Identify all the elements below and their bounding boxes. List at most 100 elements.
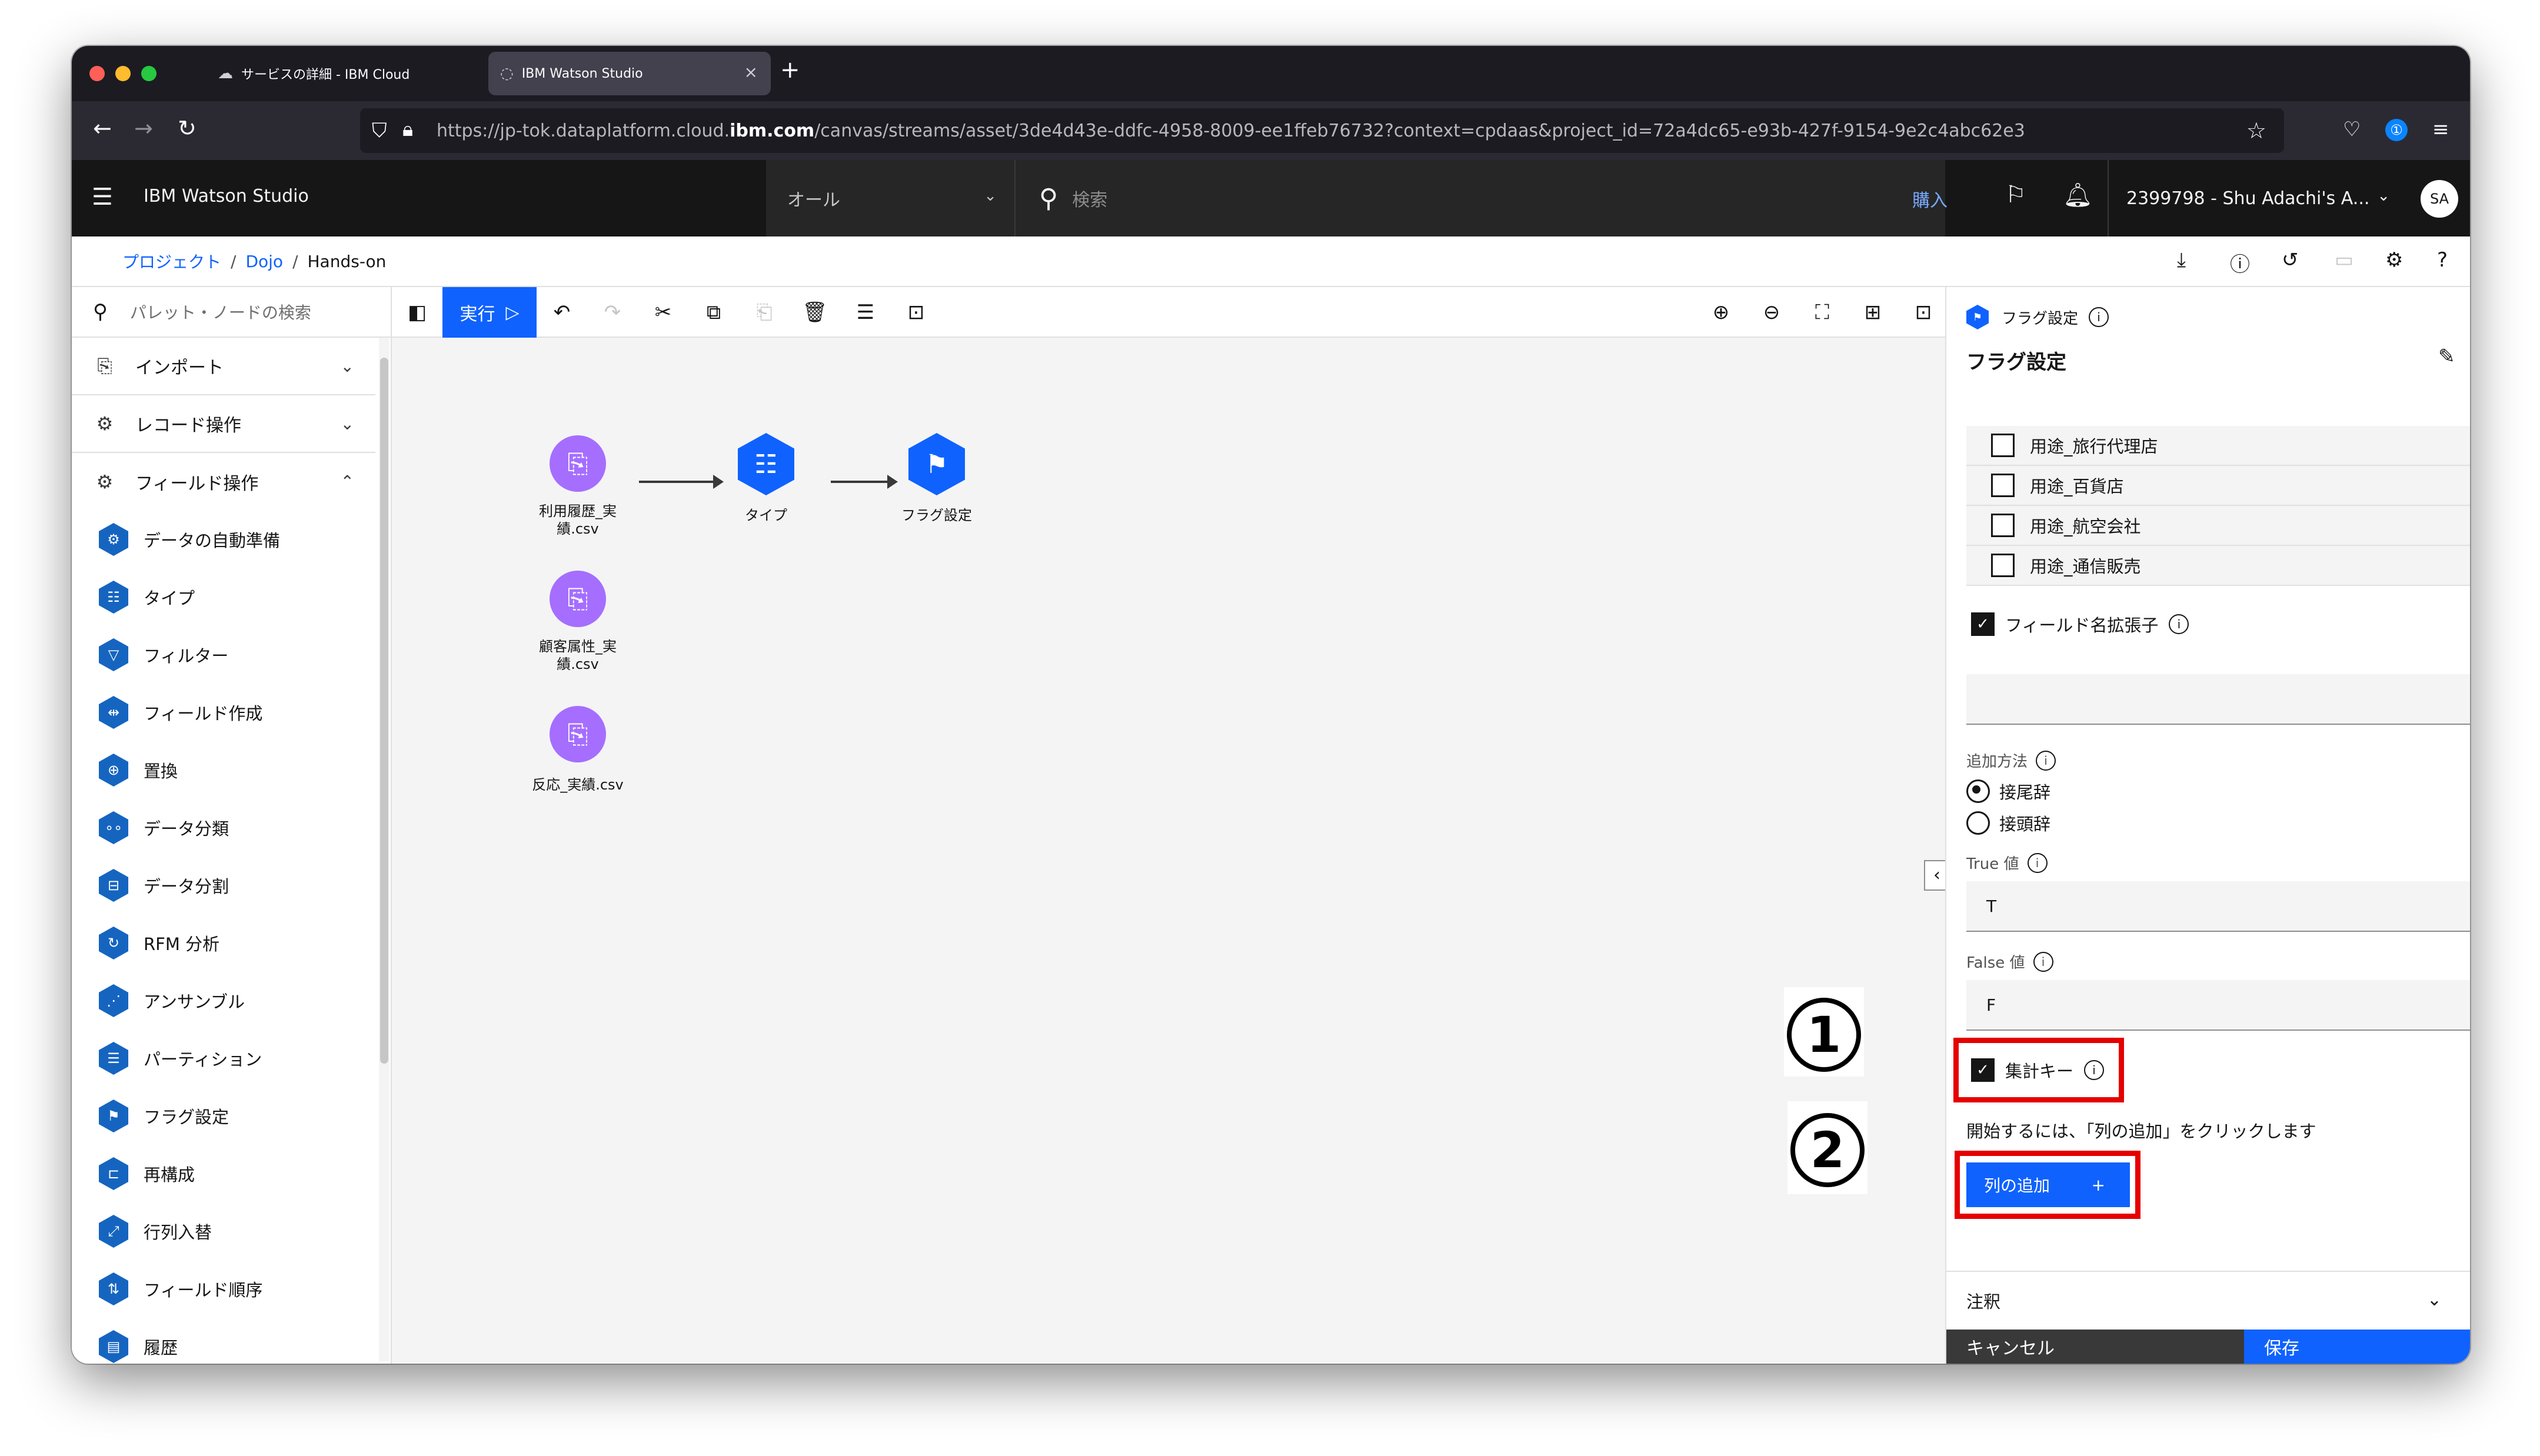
radio-button[interactable] — [1966, 811, 1990, 835]
zoom-out-icon[interactable]: ⊖ — [1746, 287, 1797, 338]
zoom-window-icon[interactable] — [141, 66, 157, 81]
cut-icon[interactable]: ✂ — [638, 287, 688, 338]
close-tab-icon[interactable]: × — [744, 62, 758, 82]
radio-suffix[interactable]: 接尾辞 — [1966, 779, 2050, 804]
palette-node-binning[interactable]: ∘∘ データ分類 — [72, 799, 375, 857]
palette-node-set-to-flag[interactable]: ⚑ フラグ設定 — [72, 1087, 375, 1145]
checkbox-checked[interactable]: ✓ — [1971, 612, 1995, 636]
list-item[interactable]: 用途_百貨店 — [1966, 466, 2470, 506]
minimize-window-icon[interactable] — [115, 66, 131, 81]
checkbox[interactable] — [1991, 514, 2015, 537]
canvas-node-usage-history[interactable]: ⎘ 利用履歴_実 績.csv — [525, 435, 631, 538]
settings-sliders-icon[interactable]: ☰ — [840, 287, 891, 338]
settings-icon[interactable]: ⚙ — [2385, 248, 2403, 272]
palette-node-filter[interactable]: ▽ フィルター — [72, 626, 375, 684]
info-icon[interactable]: i — [2033, 951, 2053, 972]
bookmark-star-icon[interactable]: ☆ — [2246, 118, 2266, 144]
delete-icon[interactable]: 🗑︎ — [790, 287, 840, 338]
pocket-icon[interactable]: ♡ — [2343, 118, 2361, 141]
breadcrumb-dojo[interactable]: Dojo — [245, 252, 283, 271]
close-window-icon[interactable] — [89, 66, 105, 81]
auto-arrange-icon[interactable]: ⊞ — [1847, 287, 1898, 338]
scope-select[interactable]: オール ⌄ — [766, 160, 1016, 236]
zoom-in-icon[interactable]: ⊕ — [1696, 287, 1746, 338]
redo-icon[interactable]: ↷ — [587, 287, 638, 338]
new-tab-icon[interactable]: + — [780, 56, 800, 84]
palette-node-auto-data-prep[interactable]: ⚙ データの自動準備 — [72, 511, 375, 568]
palette-node-split[interactable]: ⊟ データ分割 — [72, 857, 375, 914]
save-flow-icon[interactable]: ⊡ — [891, 287, 941, 338]
url-bar[interactable]: ⛉ 🔒︎ https://jp-tok.dataplatform.cloud. i… — [360, 108, 2284, 153]
field-name-extension-checkbox[interactable]: ✓ フィールド名拡張子 i — [1971, 612, 2189, 637]
palette-node-ensemble[interactable]: ⋰ アンサンブル — [72, 972, 375, 1029]
category-field-ops[interactable]: ⚙ フィールド操作 ⌃ — [72, 453, 375, 511]
password-manager-icon[interactable]: ① — [2385, 119, 2408, 141]
account-switcher[interactable]: 2399798 - Shu Adachi's A... ⌄ — [2108, 160, 2402, 236]
true-value-input[interactable]: T — [1966, 881, 2470, 932]
list-item[interactable]: 用途_航空会社 — [1966, 506, 2470, 546]
minimap-icon[interactable]: ⊡ — [1898, 287, 1949, 338]
palette-node-type[interactable]: ☷ タイプ — [72, 568, 375, 626]
back-icon[interactable]: ← — [93, 115, 112, 141]
breadcrumb-projects[interactable]: プロジェクト — [122, 249, 221, 273]
list-item[interactable]: 用途_通信販売 — [1966, 546, 2470, 586]
fit-to-screen-icon[interactable]: ⛶ — [1797, 287, 1847, 338]
checkbox-checked[interactable]: ✓ — [1971, 1058, 1995, 1082]
hamburger-icon[interactable]: ☰ — [92, 184, 113, 211]
help-icon[interactable]: ? — [2437, 248, 2448, 272]
notes-accordion[interactable]: 注釈 ⌄ — [1946, 1271, 2470, 1330]
info-icon[interactable]: i — [2036, 750, 2056, 771]
palette-search-input[interactable]: ⚲ パレット・ノードの検索 — [72, 287, 392, 338]
copy-icon[interactable]: ⧉ — [688, 287, 739, 338]
false-value-input[interactable]: F — [1966, 980, 2470, 1031]
aggregate-key-checkbox[interactable]: ✓ 集計キー i — [1971, 1058, 2105, 1082]
palette-scrollbar-thumb[interactable] — [380, 358, 388, 1064]
paste-icon[interactable]: ⎗ — [739, 287, 790, 338]
category-record-ops[interactable]: ⚙ レコード操作 ⌄ — [72, 395, 375, 453]
canvas-node-type[interactable]: ☷ タイプ — [713, 432, 819, 524]
palette-node-derive[interactable]: ⇹ フィールド作成 — [72, 684, 375, 741]
category-import[interactable]: ⎘ インポート ⌄ — [72, 338, 375, 395]
info-icon[interactable]: i — [2169, 614, 2189, 634]
add-column-button[interactable]: 列の追加 + — [1966, 1162, 2130, 1207]
info-icon[interactable]: i — [2027, 852, 2048, 873]
checkbox[interactable] — [1991, 434, 2015, 457]
flow-canvas[interactable]: ⎘ 利用履歴_実 績.csv ☷ タイプ ⚑ フラグ設定 ⎘ 顧客属性_実 績.… — [392, 338, 1950, 1364]
palette-node-history[interactable]: ▤ 履歴 — [72, 1318, 375, 1364]
run-button[interactable]: 実行 ▷ — [442, 287, 537, 338]
history-icon[interactable]: ↺ — [2282, 248, 2299, 272]
signpost-icon[interactable]: ⚐ — [2005, 181, 2026, 208]
edit-pencil-icon[interactable]: ✎ — [2438, 345, 2455, 368]
canvas-node-response[interactable]: ⎘ 反応_実績.csv — [513, 706, 643, 794]
canvas-node-customer-attributes[interactable]: ⎘ 顧客属性_実 績.csv — [525, 571, 631, 673]
info-icon[interactable]: i — [2084, 1060, 2105, 1080]
palette-node-rfm[interactable]: ↻ RFM 分析 — [72, 914, 375, 972]
palette-node-filler[interactable]: ⊕ 置換 — [72, 741, 375, 799]
checkbox[interactable] — [1991, 474, 2015, 497]
list-item[interactable]: 用途_旅行代理店 — [1966, 426, 2470, 466]
radio-button-selected[interactable] — [1966, 779, 1990, 803]
reload-icon[interactable]: ↻ — [178, 115, 197, 141]
canvas-node-set-to-flag[interactable]: ⚑ フラグ設定 — [878, 432, 996, 524]
radio-prefix[interactable]: 接頭辞 — [1966, 811, 2050, 835]
buy-link[interactable]: 購入 — [1912, 186, 1948, 212]
avatar[interactable]: SA — [2421, 180, 2458, 218]
palette-node-field-reorder[interactable]: ⇅ フィールド順序 — [72, 1260, 375, 1318]
cancel-button[interactable]: キャンセル — [1946, 1330, 2244, 1364]
info-icon[interactable]: ⓘ — [2230, 248, 2250, 277]
download-icon[interactable]: ⤓ — [2177, 248, 2186, 272]
menu-icon[interactable]: ≡ — [2432, 118, 2449, 141]
save-button[interactable]: 保存 — [2244, 1330, 2470, 1364]
comment-icon[interactable]: ▭ — [2335, 248, 2353, 272]
palette-node-partition[interactable]: ☰ パーティション — [72, 1029, 375, 1087]
tab-watson-studio[interactable]: ◌ IBM Watson Studio × — [488, 52, 771, 95]
search-input[interactable]: ⚲ 検索 — [1016, 160, 1945, 236]
checkbox[interactable] — [1991, 554, 2015, 577]
notification-bell-icon[interactable]: 🔔︎ — [2063, 181, 2093, 209]
palette-node-transpose[interactable]: ⤢ 行列入替 — [72, 1202, 375, 1260]
toggle-palette-icon[interactable]: ◧ — [392, 287, 442, 338]
extension-text-input[interactable] — [1966, 674, 2470, 725]
palette-node-restructure[interactable]: ⊏ 再構成 — [72, 1145, 375, 1202]
info-icon[interactable]: i — [2089, 307, 2109, 327]
forward-icon[interactable]: → — [134, 115, 153, 141]
